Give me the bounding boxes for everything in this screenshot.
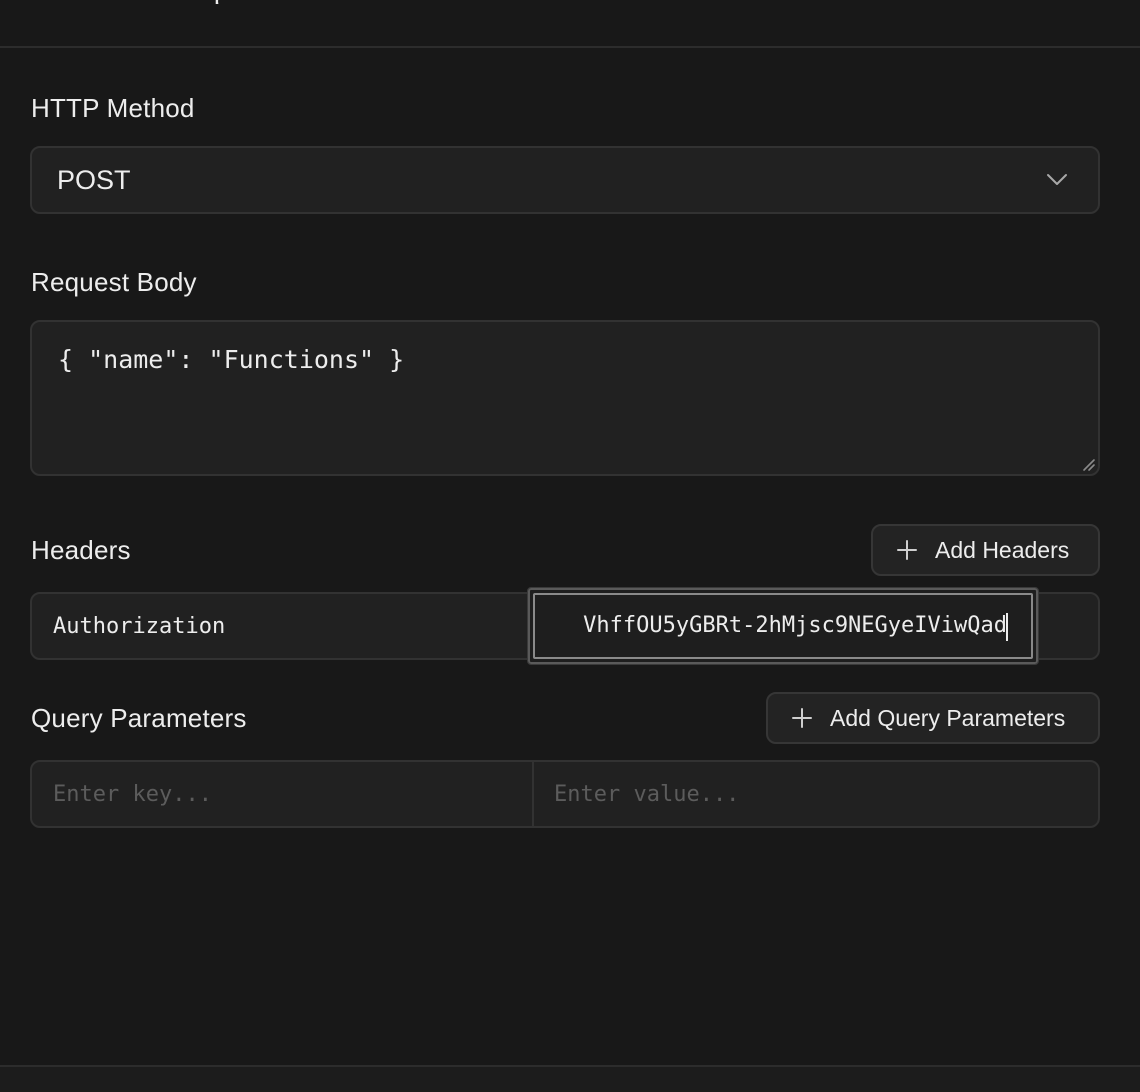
plus-icon [792, 708, 812, 728]
plus-icon [897, 540, 917, 560]
header-key-input[interactable]: Authorization [53, 612, 225, 642]
header-value-input[interactable]: VhffOU5yGBRt-2hMjsc9NEGyeIViwQad [527, 587, 1039, 665]
add-headers-label: Add Headers [935, 536, 1070, 563]
query-param-row: Enter key... Enter value... [30, 760, 1100, 828]
request-body-value: { "name": "Functions" } [58, 345, 405, 374]
footer-bar [0, 1067, 1140, 1092]
http-method-label: HTTP Method [31, 93, 195, 123]
header-value-focus-ring: VhffOU5yGBRt-2hMjsc9NEGyeIViwQad [533, 593, 1033, 659]
text-caret [1006, 613, 1008, 641]
request-body-textarea[interactable]: { "name": "Functions" } [30, 320, 1100, 476]
headers-label: Headers [31, 535, 131, 565]
add-query-parameters-button[interactable]: Add Query Parameters [766, 692, 1100, 744]
query-key-input[interactable]: Enter key... [53, 780, 212, 810]
http-method-value: POST [57, 165, 131, 195]
header-value-text: VhffOU5yGBRt-2hMjsc9NEGyeIViwQad [583, 613, 1007, 638]
chevron-down-icon [1047, 174, 1067, 185]
request-body-label: Request Body [31, 267, 197, 297]
add-query-parameters-label: Add Query Parameters [830, 704, 1066, 731]
query-parameters-label: Query Parameters [31, 703, 247, 733]
resize-handle-icon[interactable] [1080, 456, 1096, 472]
kv-divider [532, 762, 534, 826]
page-title-fragment: p [214, 0, 222, 4]
http-method-select[interactable]: POST [30, 146, 1100, 214]
query-value-input[interactable]: Enter value... [554, 780, 739, 810]
header-divider [0, 46, 1140, 48]
add-headers-button[interactable]: Add Headers [871, 524, 1100, 576]
